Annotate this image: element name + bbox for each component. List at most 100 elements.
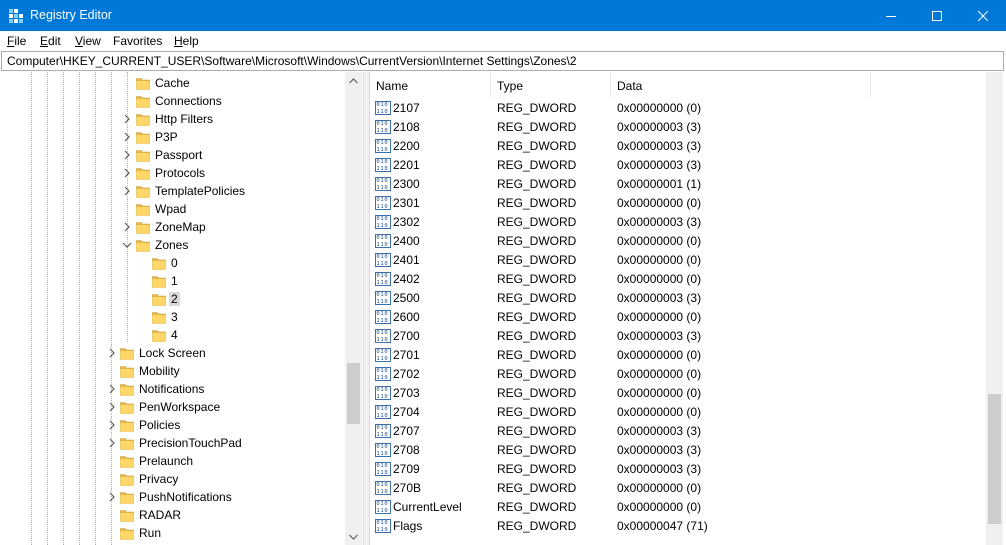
chevron-right-icon[interactable] xyxy=(107,492,117,502)
tree-node[interactable]: 1 xyxy=(0,272,343,290)
chevron-right-icon[interactable] xyxy=(122,132,132,142)
tree-node[interactable]: Wpad xyxy=(0,200,343,218)
menu-edit[interactable]: Edit xyxy=(40,34,61,48)
value-row[interactable]: 0 1 0 1 1 0 Flags REG_DWORD 0x00000047 (71) xyxy=(370,516,986,535)
tree-scroll-down-button[interactable] xyxy=(345,528,362,545)
chevron-right-icon[interactable] xyxy=(122,150,132,160)
value-row[interactable]: 0 1 0 1 1 0 2200 REG_DWORD 0x00000003 (3) xyxy=(370,136,986,155)
menu-view[interactable]: View xyxy=(75,34,101,48)
tree-node[interactable]: Policies xyxy=(0,416,343,434)
svg-text:1: 1 xyxy=(380,185,383,191)
column-header-data[interactable]: Data xyxy=(611,72,871,97)
tree-node-label: 1 xyxy=(171,274,178,288)
key-tree[interactable]: Cache Connections Http Filters P3P Passport P… xyxy=(0,72,364,545)
tree-node[interactable]: 3 xyxy=(0,308,343,326)
tree-node[interactable]: RADAR xyxy=(0,506,343,524)
value-row[interactable]: 0 1 0 1 1 0 2709 REG_DWORD 0x00000003 (3) xyxy=(370,459,986,478)
value-row[interactable]: 0 1 0 1 1 0 2500 REG_DWORD 0x00000003 (3) xyxy=(370,288,986,307)
tree-node[interactable]: Lock Screen xyxy=(0,344,343,362)
tree-node[interactable]: Mobility xyxy=(0,362,343,380)
tree-node[interactable]: Http Filters xyxy=(0,110,343,128)
menu-favorites[interactable]: Favorites xyxy=(113,34,162,48)
close-button[interactable] xyxy=(960,0,1006,31)
svg-text:1: 1 xyxy=(380,482,383,488)
svg-text:1: 1 xyxy=(380,204,383,210)
value-row[interactable]: 0 1 0 1 1 0 2708 REG_DWORD 0x00000003 (3) xyxy=(370,440,986,459)
tree-scrollbar[interactable] xyxy=(345,72,362,545)
value-row[interactable]: 0 1 0 1 1 0 2704 REG_DWORD 0x00000000 (0) xyxy=(370,402,986,421)
tree-node[interactable]: Passport xyxy=(0,146,343,164)
tree-node[interactable]: 4 xyxy=(0,326,343,344)
svg-text:1: 1 xyxy=(380,349,383,355)
minimize-button[interactable] xyxy=(868,0,914,31)
value-type: REG_DWORD xyxy=(497,424,577,438)
value-row[interactable]: 0 1 0 1 1 0 2701 REG_DWORD 0x00000000 (0) xyxy=(370,345,986,364)
list-scroll-thumb[interactable] xyxy=(988,394,1001,524)
value-row[interactable]: 0 1 0 1 1 0 CurrentLevel REG_DWORD 0x00000000 (0… xyxy=(370,497,986,516)
value-row[interactable]: 0 1 0 1 1 0 2402 REG_DWORD 0x00000000 (0) xyxy=(370,269,986,288)
chevron-right-icon[interactable] xyxy=(107,348,117,358)
chevron-right-icon[interactable] xyxy=(107,420,117,430)
tree-node[interactable]: 2 xyxy=(0,290,343,308)
tree-node[interactable]: P3P xyxy=(0,128,343,146)
chevron-right-icon[interactable] xyxy=(107,438,117,448)
maximize-button[interactable] xyxy=(914,0,960,31)
tree-node-label: 2 xyxy=(169,292,180,306)
tree-node[interactable]: PenWorkspace xyxy=(0,398,343,416)
tree-node[interactable]: 0 xyxy=(0,254,343,272)
value-row[interactable]: 0 1 0 1 1 0 2108 REG_DWORD 0x00000003 (3) xyxy=(370,117,986,136)
tree-node[interactable]: PrecisionTouchPad xyxy=(0,434,343,452)
tree-node[interactable]: Privacy xyxy=(0,470,343,488)
menu-file[interactable]: File xyxy=(7,34,26,48)
chevron-right-icon[interactable] xyxy=(107,402,117,412)
svg-text:1: 1 xyxy=(380,413,383,419)
value-row[interactable]: 0 1 0 1 1 0 2201 REG_DWORD 0x00000003 (3) xyxy=(370,155,986,174)
value-row[interactable]: 0 1 0 1 1 0 270B REG_DWORD 0x00000000 (0) xyxy=(370,478,986,497)
chevron-right-icon[interactable] xyxy=(122,186,132,196)
list-scrollbar[interactable] xyxy=(986,72,1003,545)
chevron-right-icon[interactable] xyxy=(122,168,132,178)
tree-node[interactable]: TemplatePolicies xyxy=(0,182,343,200)
svg-text:1: 1 xyxy=(380,109,383,115)
value-row[interactable]: 0 1 0 1 1 0 2702 REG_DWORD 0x00000000 (0) xyxy=(370,364,986,383)
value-row[interactable]: 0 1 0 1 1 0 2400 REG_DWORD 0x00000000 (0) xyxy=(370,231,986,250)
value-data: 0x00000003 (3) xyxy=(617,424,702,438)
tree-node[interactable]: PushNotifications xyxy=(0,488,343,506)
value-name: 2703 xyxy=(393,386,420,400)
chevron-down-icon[interactable] xyxy=(122,240,132,250)
tree-scroll-up-button[interactable] xyxy=(345,72,362,89)
chevron-right-icon[interactable] xyxy=(122,114,132,124)
tree-node[interactable]: Run xyxy=(0,524,343,542)
tree-node[interactable]: Zones xyxy=(0,236,343,254)
value-row[interactable]: 0 1 0 1 1 0 2703 REG_DWORD 0x00000000 (0) xyxy=(370,383,986,402)
tree-node[interactable]: Notifications xyxy=(0,380,343,398)
svg-text:0: 0 xyxy=(384,178,387,184)
value-row[interactable]: 0 1 0 1 1 0 2707 REG_DWORD 0x00000003 (3) xyxy=(370,421,986,440)
value-row[interactable]: 0 1 0 1 1 0 2300 REG_DWORD 0x00000001 (1) xyxy=(370,174,986,193)
tree-node[interactable]: ZoneMap xyxy=(0,218,343,236)
value-list[interactable]: Name Type Data 0 1 0 1 1 0 2107 REG_DWORD 0x0000… xyxy=(369,72,1006,545)
value-row[interactable]: 0 1 0 1 1 0 2302 REG_DWORD 0x00000003 (3) xyxy=(370,212,986,231)
svg-text:0: 0 xyxy=(376,406,379,412)
column-header-type[interactable]: Type xyxy=(491,72,611,97)
tree-scroll-thumb[interactable] xyxy=(347,363,360,424)
value-row[interactable]: 0 1 0 1 1 0 2600 REG_DWORD 0x00000000 (0) xyxy=(370,307,986,326)
value-row[interactable]: 0 1 0 1 1 0 2401 REG_DWORD 0x00000000 (0) xyxy=(370,250,986,269)
value-type: REG_DWORD xyxy=(497,101,577,115)
folder-icon xyxy=(136,96,150,108)
tree-node[interactable]: Protocols xyxy=(0,164,343,182)
value-row[interactable]: 0 1 0 1 1 0 2301 REG_DWORD 0x00000000 (0) xyxy=(370,193,986,212)
value-name: 2108 xyxy=(393,120,420,134)
value-row[interactable]: 0 1 0 1 1 0 2107 REG_DWORD 0x00000000 (0) xyxy=(370,98,986,117)
address-bar[interactable]: Computer\HKEY_CURRENT_USER\Software\Micr… xyxy=(1,51,1004,71)
tree-node[interactable]: Prelaunch xyxy=(0,452,343,470)
tree-node[interactable]: Connections xyxy=(0,92,343,110)
chevron-right-icon[interactable] xyxy=(122,222,132,232)
chevron-right-icon[interactable] xyxy=(107,384,117,394)
menu-help[interactable]: Help xyxy=(174,34,199,48)
tree-node[interactable]: Cache xyxy=(0,74,343,92)
menu-favorites-label: Favorites xyxy=(113,34,163,48)
svg-text:1: 1 xyxy=(380,178,383,184)
column-header-name[interactable]: Name xyxy=(370,72,491,97)
value-row[interactable]: 0 1 0 1 1 0 2700 REG_DWORD 0x00000003 (3) xyxy=(370,326,986,345)
